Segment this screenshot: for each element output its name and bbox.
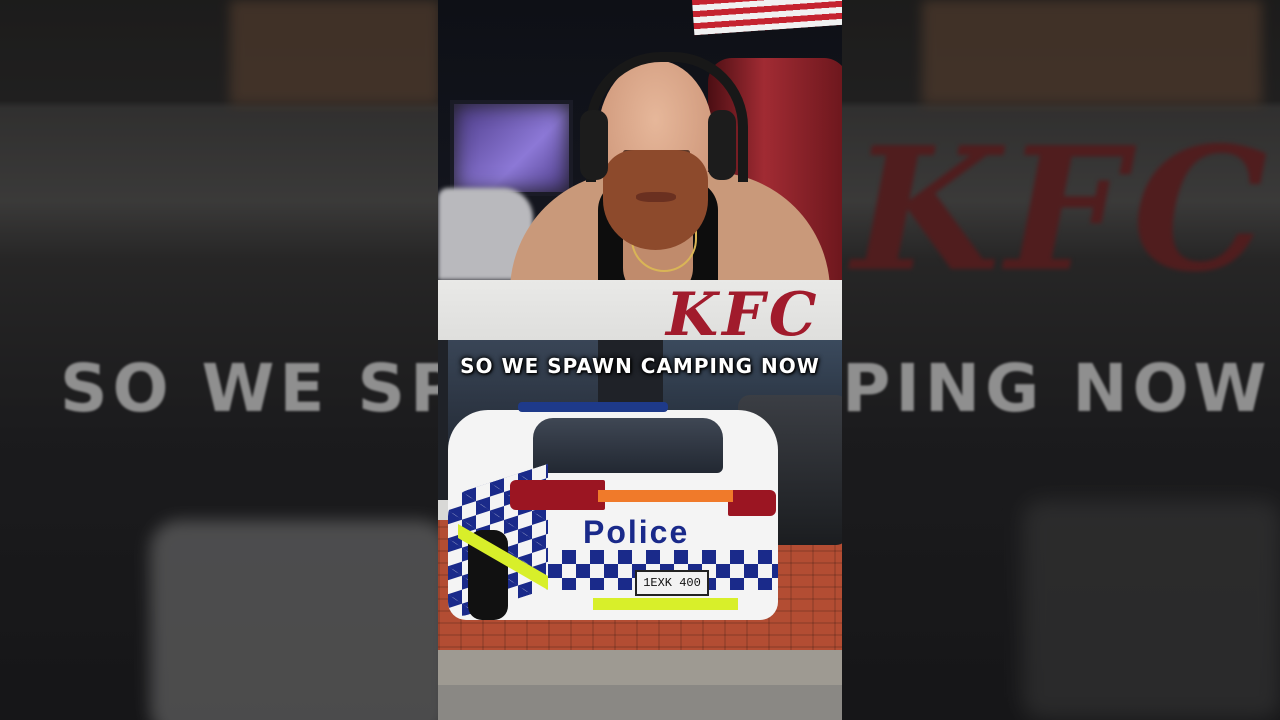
mouth — [636, 192, 676, 202]
blurred-background-left: SO WE SP — [0, 0, 438, 720]
light-bar — [518, 402, 668, 412]
headphone-cup-right — [708, 110, 736, 180]
taillight-right — [728, 490, 776, 516]
headphone-cup-left — [580, 110, 608, 180]
blurred-caption-left: SO WE SP — [60, 350, 438, 427]
kfc-police-clip: KFC Police 1EXK 400 — [438, 280, 842, 720]
video-frame[interactable]: KFC Police 1EXK 400 SO WE SPAWN CAMPING … — [438, 0, 842, 720]
blurred-caption-right: PING NOW — [842, 350, 1272, 427]
hi-vis-stripe-rear — [593, 598, 738, 610]
taillight-left — [510, 480, 605, 510]
us-flag — [691, 0, 842, 36]
rear-window — [533, 418, 723, 473]
license-plate: 1EXK 400 — [635, 570, 709, 596]
orange-stripe — [598, 490, 733, 502]
police-livery-text: Police — [583, 514, 690, 550]
background-monitor — [450, 100, 573, 196]
road — [438, 685, 842, 720]
streamer-webcam — [438, 0, 842, 280]
video-caption: SO WE SPAWN CAMPING NOW — [460, 354, 820, 378]
kerb — [438, 650, 842, 690]
blurred-background-right: KFC PING NOW — [842, 0, 1280, 720]
